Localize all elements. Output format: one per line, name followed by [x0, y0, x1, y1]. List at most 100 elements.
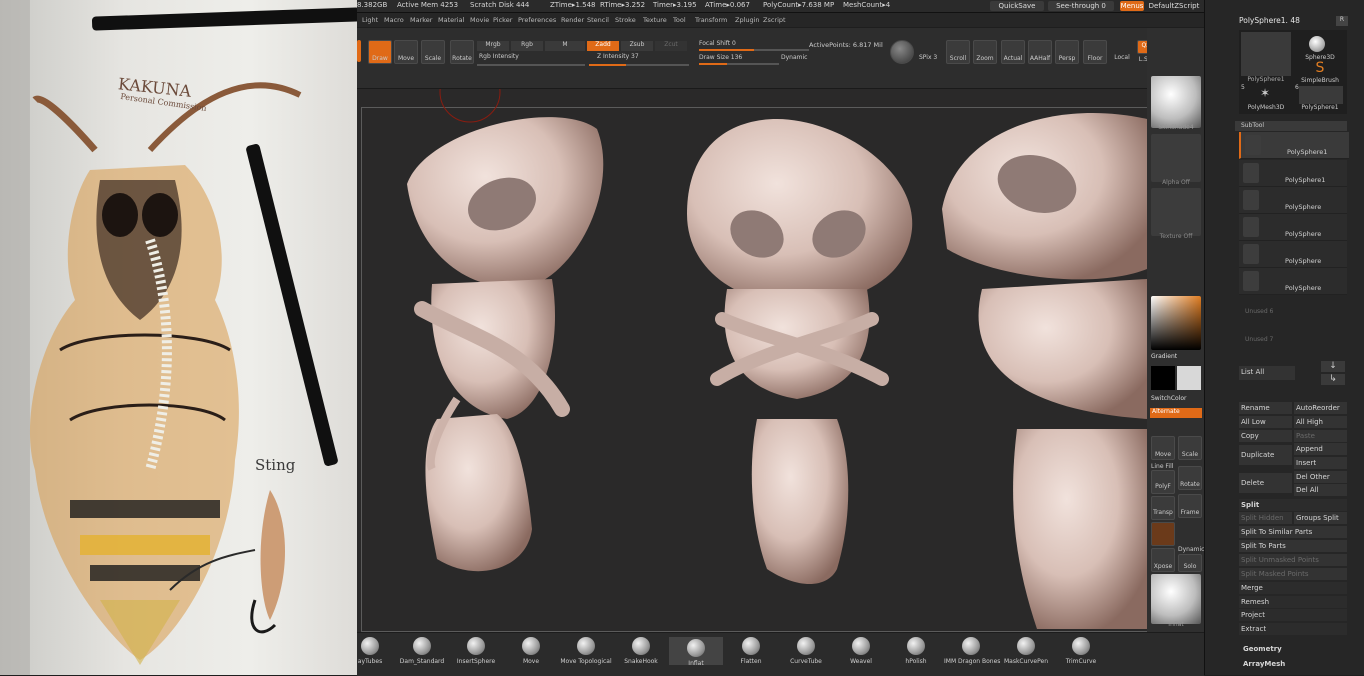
split-masked-button[interactable]: Split Masked Points: [1239, 568, 1347, 580]
gradient-label[interactable]: Gradient: [1151, 353, 1177, 360]
project-section[interactable]: Project: [1239, 609, 1347, 621]
rgb-button[interactable]: Rgb: [511, 41, 543, 51]
append-button[interactable]: Append: [1294, 443, 1347, 455]
solo-button[interactable]: Solo: [1178, 554, 1202, 572]
brush-weavel[interactable]: Weavel: [834, 637, 888, 665]
brush-curvetube[interactable]: CurveTube: [779, 637, 833, 665]
actual-button[interactable]: Actual: [1001, 40, 1025, 64]
subtool-item-3[interactable]: PolySphere: [1239, 187, 1347, 214]
subtool-item-6[interactable]: PolySphere: [1239, 268, 1347, 295]
zcut-button[interactable]: Zcut: [655, 41, 687, 51]
del-other-button[interactable]: Del Other: [1294, 471, 1347, 483]
zoom-button[interactable]: Zoom: [973, 40, 997, 64]
brush-imm-dragon-bones[interactable]: IMM Dragon Bones: [944, 637, 1000, 665]
menus-button[interactable]: Menus: [1120, 1, 1144, 11]
menu-tool[interactable]: Tool: [673, 16, 686, 24]
m-button[interactable]: M: [545, 41, 585, 51]
xpose-button[interactable]: Xpose: [1151, 548, 1175, 572]
document-canvas[interactable]: [357, 89, 1148, 632]
sphere3d-icon[interactable]: [1309, 36, 1325, 52]
default-zscript-button[interactable]: DefaultZScript: [1146, 1, 1202, 11]
remesh-section[interactable]: Remesh: [1239, 596, 1347, 608]
menu-stencil[interactable]: Stencil: [587, 16, 609, 24]
menu-zscript[interactable]: Zscript: [763, 16, 786, 24]
inflat-brush-preview[interactable]: [1151, 574, 1201, 624]
brush-insertsphere[interactable]: InsertSphere: [449, 637, 503, 665]
arrow-down-icon[interactable]: ↓: [1321, 361, 1345, 372]
menu-light[interactable]: Light: [362, 16, 378, 24]
delete-button[interactable]: Delete: [1239, 473, 1292, 493]
subtool-item-4[interactable]: PolySphere: [1239, 214, 1347, 241]
paste-button[interactable]: Paste: [1294, 430, 1347, 442]
subtool-item-1[interactable]: PolySphere1: [1239, 132, 1349, 159]
arraymesh-section[interactable]: ArrayMesh: [1241, 658, 1349, 670]
split-similar-parts-button[interactable]: Split To Similar Parts: [1239, 526, 1347, 538]
focal-shift-slider[interactable]: Focal Shift 0: [699, 40, 736, 47]
subtool-item-2[interactable]: PolySphere1: [1239, 160, 1347, 187]
brush-inflat-selected[interactable]: Inflat: [669, 637, 723, 667]
rgb-intensity-slider[interactable]: Rgb Intensity: [479, 53, 519, 60]
list-all-button[interactable]: List All: [1239, 366, 1295, 380]
menu-transform[interactable]: Transform: [695, 16, 727, 24]
polyf-button[interactable]: PolyF: [1151, 470, 1175, 494]
menu-material[interactable]: Material: [438, 16, 464, 24]
brush-curvetubes[interactable]: ayTubes: [343, 637, 397, 665]
spix-slider[interactable]: SPix 3: [919, 54, 937, 61]
focal-shift-track[interactable]: [699, 49, 809, 51]
rgb-intensity-track[interactable]: [477, 64, 585, 66]
menu-movie[interactable]: Movie: [470, 16, 489, 24]
r-button[interactable]: R: [1336, 16, 1348, 26]
zadd-button[interactable]: Zadd: [587, 41, 619, 51]
brush-maskcurvepen[interactable]: MaskCurvePen: [999, 637, 1053, 665]
move-button[interactable]: Move: [394, 40, 418, 64]
z-intensity-slider[interactable]: Z Intensity 37: [597, 53, 639, 60]
menu-zplugin[interactable]: Zplugin: [735, 16, 760, 24]
persp-button[interactable]: Persp: [1055, 40, 1079, 64]
split-hidden-button[interactable]: Split Hidden: [1239, 512, 1292, 524]
all-high-button[interactable]: All High: [1294, 416, 1347, 428]
menu-texture[interactable]: Texture: [643, 16, 667, 24]
scale-shelf-button[interactable]: Scale: [1178, 436, 1202, 460]
extract-section[interactable]: Extract: [1239, 623, 1347, 635]
move-shelf-button[interactable]: Move: [1151, 436, 1175, 460]
secondary-color-swatch[interactable]: [1177, 366, 1201, 390]
insert-button[interactable]: Insert: [1294, 457, 1347, 469]
tool-thumb-polysphere1-b[interactable]: [1299, 86, 1343, 104]
polymesh3d-star-icon[interactable]: ✶: [1253, 86, 1277, 100]
split-to-parts-button[interactable]: Split To Parts: [1239, 540, 1347, 552]
draw-size-track[interactable]: [699, 63, 779, 65]
autoreorder-button[interactable]: AutoReorder: [1294, 402, 1347, 414]
mrgb-button[interactable]: Mrgb: [477, 41, 509, 51]
see-through-slider[interactable]: See-through 0: [1048, 1, 1114, 11]
polypaint-button[interactable]: [1151, 522, 1175, 546]
tool-thumb-polysphere1[interactable]: [1241, 32, 1291, 76]
alpha-button[interactable]: [1151, 134, 1201, 182]
arrow-down-right-icon[interactable]: ↳: [1321, 374, 1345, 385]
primary-color-swatch[interactable]: [1151, 366, 1175, 390]
copy-button[interactable]: Copy: [1239, 430, 1292, 442]
brush-flatten[interactable]: Flatten: [724, 637, 778, 665]
geometry-section[interactable]: Geometry: [1241, 643, 1349, 655]
groups-split-button[interactable]: Groups Split: [1294, 512, 1347, 524]
menu-render[interactable]: Render: [561, 16, 584, 24]
brush-dam-standard[interactable]: Dam_Standard: [395, 637, 449, 665]
scale-button[interactable]: Scale: [421, 40, 445, 64]
split-unmasked-button[interactable]: Split Unmasked Points: [1239, 554, 1347, 566]
switchcolor-button[interactable]: SwitchColor: [1151, 395, 1187, 402]
brush-snakehook[interactable]: SnakeHook: [614, 637, 668, 665]
frame-button[interactable]: Frame: [1178, 494, 1202, 518]
split-section-header[interactable]: Split: [1239, 499, 1347, 511]
brush-move[interactable]: Move: [504, 637, 558, 665]
brush-preview-icon[interactable]: [890, 40, 914, 64]
menu-stroke[interactable]: Stroke: [615, 16, 636, 24]
menu-macro[interactable]: Macro: [384, 16, 404, 24]
material-skinshade-button[interactable]: [1151, 76, 1201, 128]
subtool-item-5[interactable]: PolySphere: [1239, 241, 1347, 268]
rotate-button[interactable]: Rotate: [450, 40, 474, 64]
dynamic-button[interactable]: Dynamic: [781, 54, 807, 61]
del-all-button[interactable]: Del All: [1294, 484, 1347, 496]
color-picker[interactable]: [1151, 296, 1201, 350]
brush-move-topological[interactable]: Move Topological: [559, 637, 613, 665]
floor-button[interactable]: Floor: [1083, 40, 1107, 64]
brush-trimcurve[interactable]: TrimCurve: [1054, 637, 1108, 665]
